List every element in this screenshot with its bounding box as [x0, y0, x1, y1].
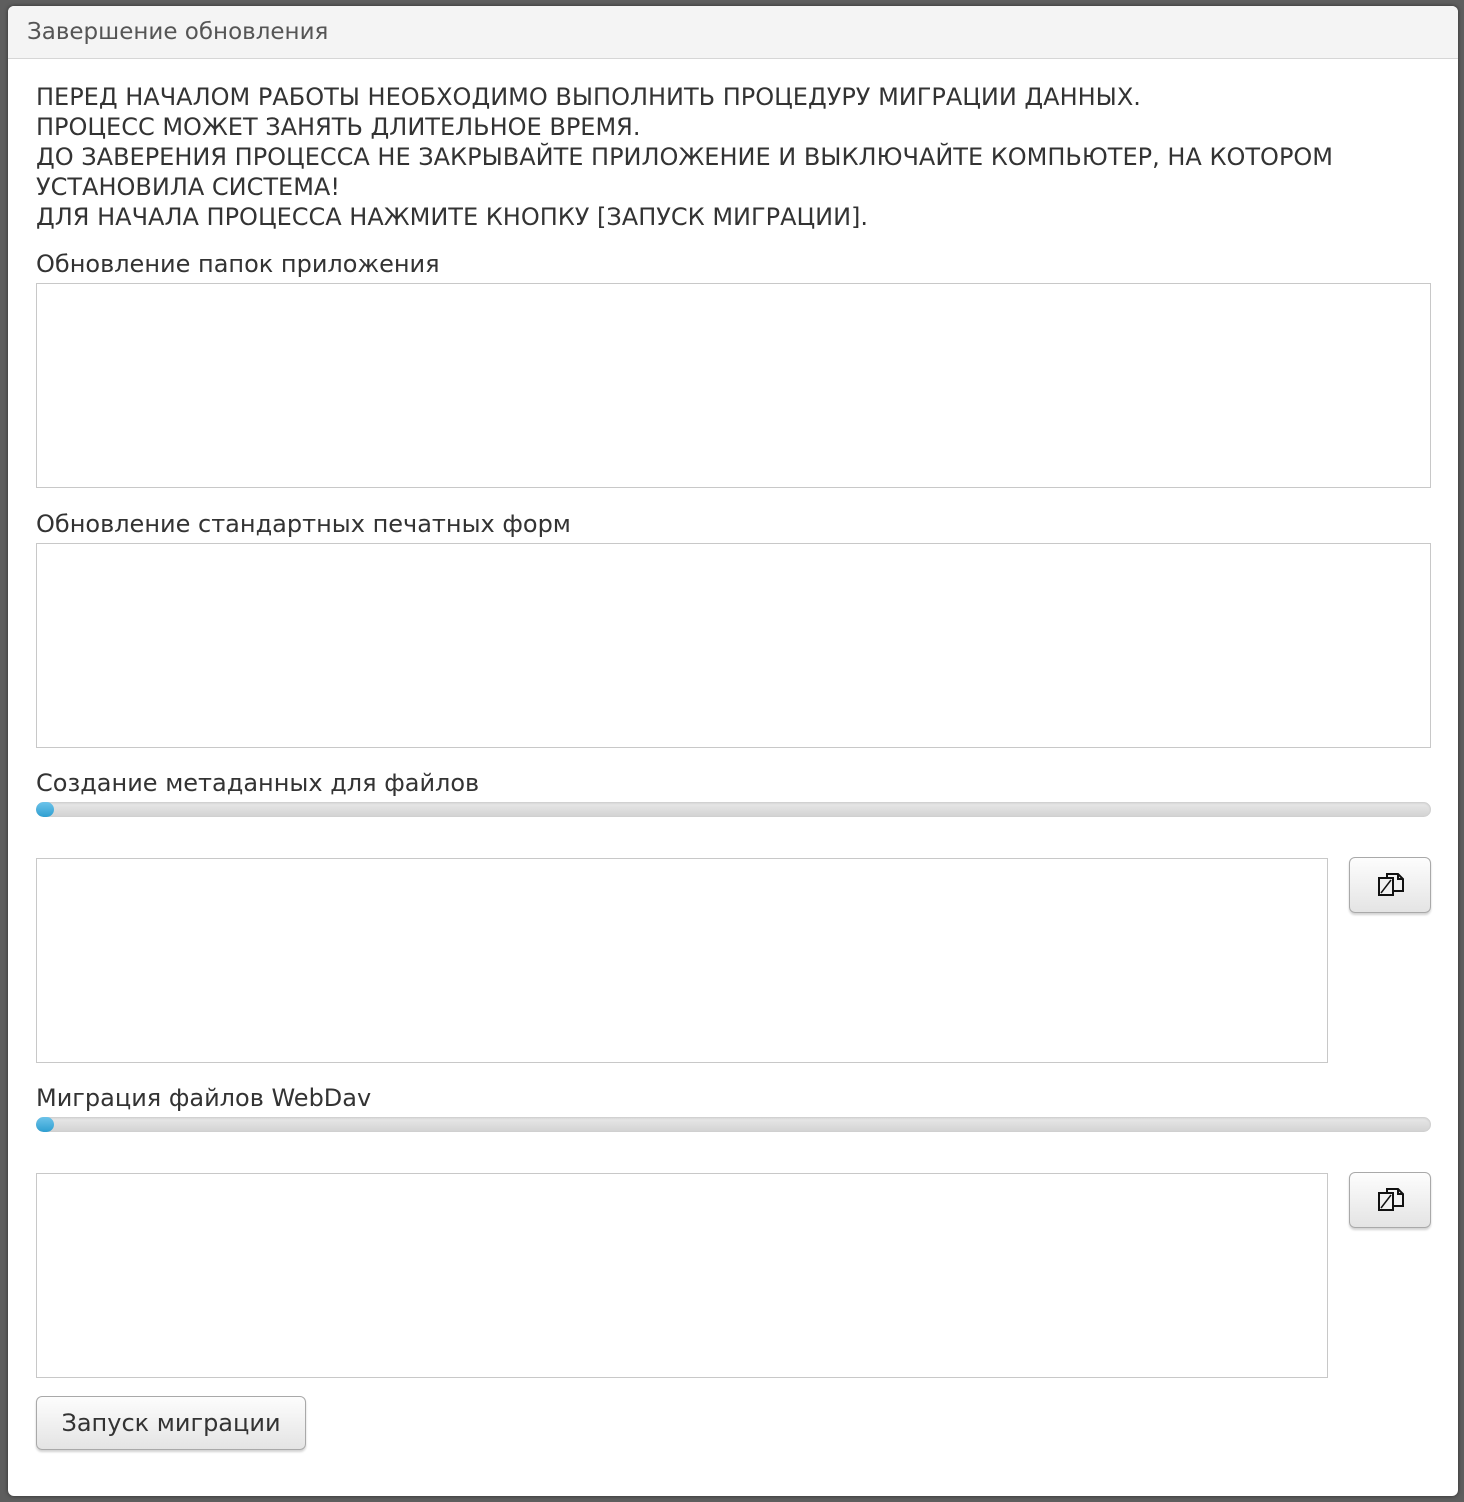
app-folders-label: Обновление папок приложения — [36, 250, 440, 278]
file-metadata-label: Создание метаданных для файлов — [36, 769, 480, 797]
notice-line: ПЕРЕД НАЧАЛОМ РАБОТЫ НЕОБХОДИМО ВЫПОЛНИТ… — [36, 83, 1141, 111]
notice-line: УСТАНОВИЛА СИСТЕМА! — [36, 173, 340, 201]
print-forms-label: Обновление стандартных печатных форм — [36, 510, 571, 538]
file-metadata-progress-fill — [36, 802, 54, 817]
migration-notice: ПЕРЕД НАЧАЛОМ РАБОТЫ НЕОБХОДИМО ВЫПОЛНИТ… — [36, 82, 1436, 232]
notice-line: ДО ЗАВЕРЕНИЯ ПРОЦЕССА НЕ ЗАКРЫВАЙТЕ ПРИЛ… — [36, 143, 1334, 171]
migration-dialog: Завершение обновления ПЕРЕД НАЧАЛОМ РАБО… — [8, 6, 1458, 1496]
webdav-migration-log[interactable] — [36, 1173, 1328, 1378]
print-forms-log[interactable] — [36, 543, 1431, 748]
webdav-migration-progress-bar — [36, 1117, 1431, 1132]
webdav-migration-label: Миграция файлов WebDav — [36, 1084, 372, 1112]
notice-line: ДЛЯ НАЧАЛА ПРОЦЕССА НАЖМИТЕ КНОПКУ [ЗАПУ… — [36, 203, 869, 231]
webdav-migration-copy-button[interactable] — [1349, 1172, 1431, 1228]
file-metadata-progress-bar — [36, 802, 1431, 817]
notice-line: ПРОЦЕСС МОЖЕТ ЗАНЯТЬ ДЛИТЕЛЬНОЕ ВРЕМЯ. — [36, 113, 641, 141]
copy-icon — [1378, 873, 1404, 896]
copy-icon — [1378, 1188, 1404, 1211]
start-migration-button[interactable]: Запуск миграции — [36, 1396, 306, 1450]
file-metadata-log[interactable] — [36, 858, 1328, 1063]
app-folders-log[interactable] — [36, 283, 1431, 488]
dialog-title-bar[interactable]: Завершение обновления — [8, 6, 1458, 59]
file-metadata-copy-button[interactable] — [1349, 857, 1431, 913]
dialog-title: Завершение обновления — [27, 19, 329, 45]
webdav-migration-progress-fill — [36, 1117, 54, 1132]
